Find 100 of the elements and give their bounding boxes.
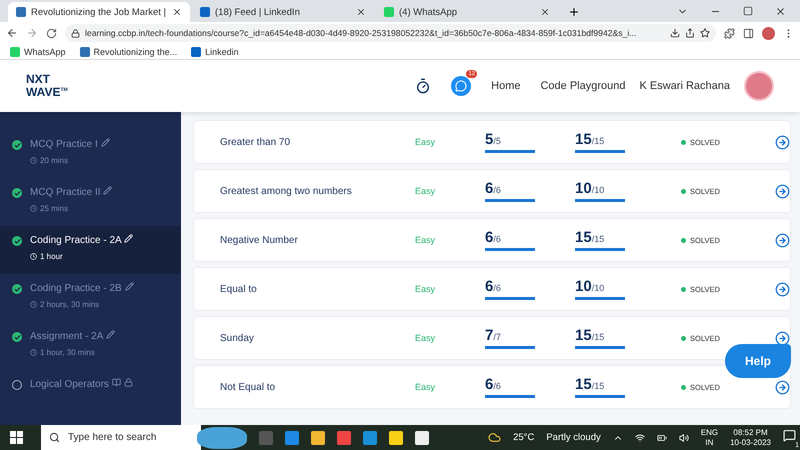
- folder-icon[interactable]: [311, 430, 325, 444]
- avatar[interactable]: [744, 71, 774, 101]
- nav-link[interactable]: Code Playground: [540, 80, 626, 92]
- wifi-icon[interactable]: [634, 432, 645, 442]
- side-panel-icon[interactable]: [743, 28, 754, 38]
- user-name: K Eswari Rachana: [640, 80, 730, 92]
- close-icon[interactable]: [775, 6, 786, 17]
- close-icon[interactable]: [172, 7, 182, 17]
- arrow-right-icon[interactable]: [775, 232, 790, 248]
- arrow-right-icon[interactable]: [775, 380, 790, 394]
- browser-tab[interactable]: (4) WhatsApp: [376, 2, 558, 22]
- problem-title: Sunday: [220, 332, 255, 344]
- sidebar-item[interactable]: Coding Practice - 2A 1 hour: [0, 226, 181, 274]
- sidebar-item[interactable]: Coding Practice - 2B 2 hours, 30 mins: [0, 274, 181, 322]
- logo-text: WAVE$^{TM}$: [26, 85, 69, 98]
- document-icon[interactable]: [415, 430, 429, 444]
- difficulty-label: Easy: [415, 284, 436, 294]
- score-text: 6/6: [485, 180, 502, 197]
- share-icon[interactable]: [685, 28, 695, 38]
- search-icon: [49, 432, 60, 443]
- extensions-icon[interactable]: [724, 28, 735, 38]
- score-text: 6/6: [485, 229, 502, 246]
- pencil-icon: [124, 234, 133, 243]
- clock-icon: [30, 301, 37, 308]
- problem-title: Greatest among two numbers: [220, 186, 353, 196]
- chat-bubble-icon: [455, 80, 468, 92]
- battery-icon[interactable]: [656, 432, 667, 442]
- weather-text: Partly cloudy: [546, 432, 601, 443]
- arrow-right-icon[interactable]: [775, 134, 790, 150]
- reload-icon[interactable]: [46, 28, 57, 38]
- pencil-icon: [124, 282, 134, 291]
- notifications-icon[interactable]: [783, 428, 796, 442]
- pencil-icon: [100, 138, 110, 147]
- temperature-text: 25°C: [513, 432, 534, 443]
- pencil-icon: [106, 330, 115, 339]
- difficulty-label: Easy: [415, 235, 436, 245]
- arrow-right-icon[interactable]: [775, 330, 790, 346]
- arrow-right-icon[interactable]: [775, 282, 790, 296]
- new-tab-icon[interactable]: [568, 6, 580, 18]
- close-icon[interactable]: [540, 7, 550, 17]
- problem-title: Negative Number: [220, 234, 299, 246]
- score-text: 15/15: [575, 376, 606, 393]
- language-indicator[interactable]: ENG IN: [700, 428, 718, 448]
- duration-text: 1 hour: [30, 252, 133, 261]
- sidebar-item[interactable]: MCQ Practice I 20 mins: [0, 130, 181, 178]
- favicon-icon: [384, 7, 394, 17]
- score-text: 15/15: [575, 131, 606, 148]
- browser-tab[interactable]: (18) Feed | LinkedIn: [192, 2, 374, 22]
- score-text: 15/15: [575, 327, 606, 344]
- lock-icon: [124, 378, 132, 387]
- help-button[interactable]: Help: [725, 344, 791, 378]
- clock-icon: [30, 349, 37, 356]
- sticky-notes-icon[interactable]: [389, 430, 403, 444]
- sidebar-item[interactable]: Assignment - 2A 1 hour, 30 mins: [0, 322, 181, 370]
- score-text: 7/7: [485, 327, 502, 344]
- problem-title: Not Equal to: [220, 382, 276, 392]
- bookmark-link[interactable]: Linkedin: [191, 46, 239, 56]
- windows-start-icon[interactable]: [10, 431, 23, 444]
- volume-icon[interactable]: [678, 432, 689, 442]
- difficulty-label: Easy: [415, 186, 436, 196]
- clock-text[interactable]: 08:52 PM 10-03-2023: [730, 428, 771, 448]
- close-icon[interactable]: [356, 7, 366, 17]
- sidebar-item[interactable]: Logical Operators: [0, 370, 181, 418]
- back-icon[interactable]: [6, 27, 18, 39]
- download-icon[interactable]: [670, 28, 680, 38]
- clock-icon: [30, 205, 37, 212]
- browser-icon[interactable]: [285, 430, 299, 444]
- maximize-icon[interactable]: [743, 6, 753, 16]
- problem-title: Greater than 70: [220, 136, 292, 148]
- bookmark-link[interactable]: WhatsApp: [10, 46, 66, 56]
- address-bar[interactable]: learning.ccbp.in/tech-foundations/course?c_id=a6454e48-d030-4d49-8920-253198052232&t_id=36b50c7e-806a-4834-859f-1c031bdf9942&s_i...: [65, 24, 716, 42]
- arrow-right-icon[interactable]: [775, 184, 790, 198]
- difficulty-label: Easy: [415, 333, 436, 343]
- clock-icon: [30, 157, 37, 164]
- star-icon[interactable]: [700, 28, 710, 38]
- score-text: 10/10: [575, 180, 606, 197]
- pencil-icon: [103, 186, 112, 195]
- lock-icon: [71, 28, 80, 38]
- score-text: 6/6: [485, 278, 502, 295]
- browser-tab[interactable]: Revolutionizing the Job Market |: [8, 2, 190, 22]
- mail-icon[interactable]: [363, 430, 377, 444]
- score-text: 10/10: [575, 278, 606, 295]
- score-text: 15/15: [575, 229, 606, 246]
- nav-link[interactable]: Home: [491, 80, 520, 92]
- stopwatch-icon[interactable]: [415, 78, 432, 94]
- store-icon[interactable]: [337, 430, 351, 444]
- duration-text: 25 mins: [30, 204, 112, 213]
- chat-button[interactable]: [451, 76, 472, 96]
- profile-avatar[interactable]: [762, 26, 775, 40]
- weather-icon: [488, 431, 502, 444]
- duration-text: 2 hours, 30 mins: [30, 300, 134, 309]
- search-field[interactable]: Type here to search: [41, 425, 201, 450]
- sidebar-item[interactable]: MCQ Practice II 25 mins: [0, 178, 181, 226]
- bookmark-link[interactable]: Revolutionizing the...: [80, 46, 178, 56]
- logo-text: NXT: [26, 74, 51, 85]
- favicon-icon: [200, 7, 210, 17]
- score-text: 6/6: [485, 376, 502, 393]
- clock-icon: [30, 253, 37, 260]
- book-icon: [112, 378, 121, 387]
- search-highlight-picture: [197, 426, 247, 448]
